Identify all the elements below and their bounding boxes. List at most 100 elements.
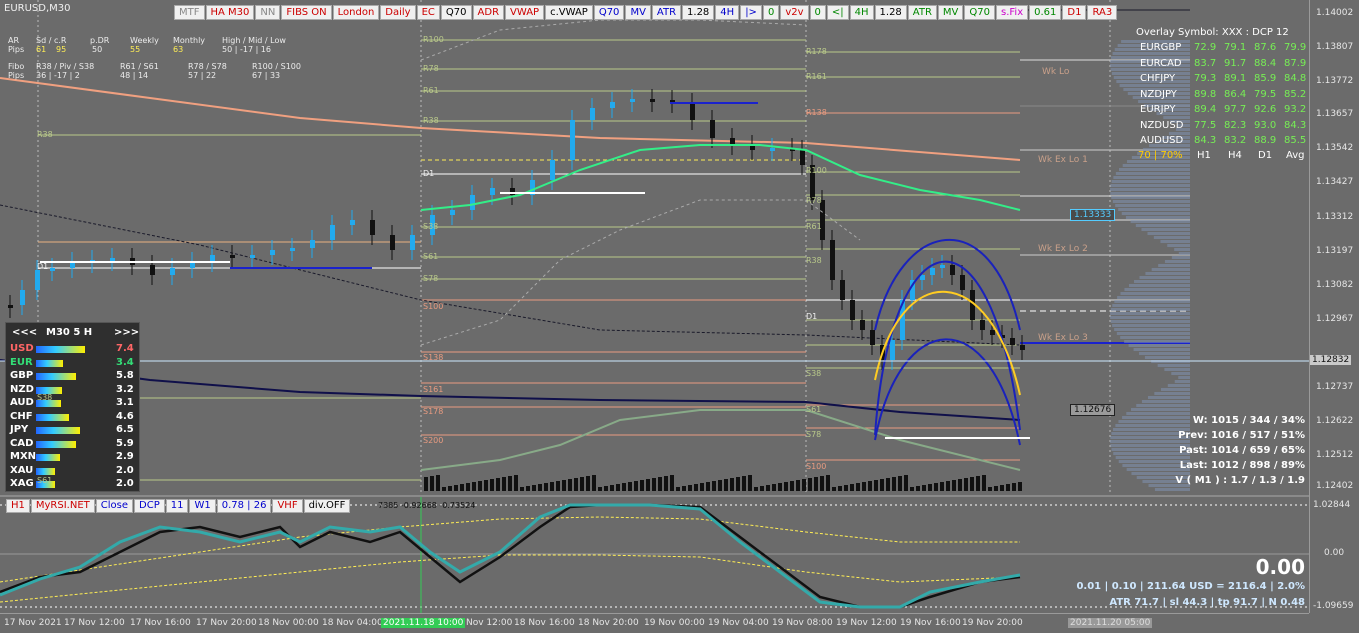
osc-toolbar-button-1[interactable]: MyRSI.NET <box>30 499 95 513</box>
ma-green <box>420 144 1021 211</box>
time-tick-10: 19 Nov 00:00 <box>644 618 705 628</box>
toolbar-button-22[interactable]: 1.28 <box>874 5 907 20</box>
time-tick-16: 2021.11.20 05:00 <box>1068 618 1153 628</box>
price-tick-0: 1.14002 <box>1316 8 1354 18</box>
volume-bar-472 <box>472 482 476 491</box>
osc-axis-mid: 0.00 <box>1324 548 1345 558</box>
r61-label-b: R61 <box>806 222 822 231</box>
wk-lo-label: Wk Lo <box>1042 67 1070 77</box>
osc-toolbar-button-3[interactable]: DCP <box>134 499 165 513</box>
overlay-value-audusd-2: 88.9 <box>1254 135 1277 146</box>
strength-value-nzd: 3.2 <box>116 383 134 395</box>
volume-bar-496 <box>496 478 500 491</box>
toolbar-button-3[interactable]: FIBS ON <box>281 5 332 20</box>
monthly-value: 63 <box>173 45 184 54</box>
volume-profile-bar-228 <box>1141 228 1190 231</box>
volume-bar-466 <box>466 483 470 491</box>
toolbar-button-28[interactable]: D1 <box>1062 5 1087 20</box>
toolbar-button-8[interactable]: ADR <box>472 5 505 20</box>
volume-bar-460 <box>460 484 464 491</box>
volume-bar-700 <box>700 483 704 491</box>
candle-body-47 <box>860 320 865 330</box>
toolbar-button-17[interactable]: 0 <box>762 5 780 20</box>
toolbar-button-21[interactable]: 4H <box>849 5 874 20</box>
price-tick-5: 1.13427 <box>1316 177 1354 187</box>
volume-bar-856 <box>856 483 860 491</box>
candle-body-16 <box>310 240 315 248</box>
osc-toolbar-button-5[interactable]: W1 <box>189 499 216 513</box>
overlay-col-d1: D1 <box>1258 150 1273 161</box>
strength-next-button[interactable]: >>> <box>114 327 139 338</box>
volume-profile-bar-300 <box>1114 300 1190 303</box>
main-price-chart[interactable]: EURUSD,M30 MTF HA M30 NN FIBS ON London Daily… <box>0 0 1309 493</box>
volume-bar-712 <box>712 481 716 491</box>
volume-bar-424 <box>424 477 428 491</box>
volume-profile-bar-356 <box>1144 356 1190 359</box>
strength-prev-button[interactable]: <<< <box>12 327 37 338</box>
oscillator-subwindow[interactable]: H1 MyRSI.NET Close DCP 11 W1 0.78 | 26 VHF div.O… <box>0 495 1309 615</box>
toolbar-button-19[interactable]: 0 <box>809 5 826 20</box>
osc-toolbar-button-2[interactable]: Close <box>95 499 134 513</box>
toolbar-button-25[interactable]: Q70 <box>964 5 995 20</box>
osc-toolbar-button-4[interactable]: 11 <box>165 499 189 513</box>
strength-bar-chf <box>36 413 70 421</box>
price-box-lower: 1.12676 <box>1070 404 1116 416</box>
strength-value-gbp: 5.8 <box>116 370 134 381</box>
price-axis[interactable]: 1.14002 1.13807 1.13772 1.13657 1.13542 1.134… <box>1309 0 1359 613</box>
volume-bar-760 <box>760 486 764 491</box>
arc-inner-blue <box>874 338 1021 446</box>
volume-bar-568 <box>568 479 572 491</box>
volume-bar-964 <box>964 478 968 491</box>
toolbar-button-12[interactable]: MV <box>625 5 651 20</box>
osc-toolbar-button-6[interactable]: 0.78 | 26 <box>216 499 272 513</box>
wk-ex-lo-2-label: Wk Ex Lo 2 <box>1038 244 1088 254</box>
candle-body-18 <box>350 220 355 225</box>
toolbar-button-11[interactable]: Q70 <box>593 5 625 20</box>
toolbar-button-14[interactable]: 1.28 <box>682 5 715 20</box>
time-axis[interactable]: 17 Nov 2021 17 Nov 12:00 17 Nov 16:00 17 No… <box>0 613 1309 633</box>
volume-profile-bar-368 <box>1164 368 1190 371</box>
volume-bar-676 <box>676 487 680 491</box>
osc-toolbar-button-0[interactable]: H1 <box>6 499 30 513</box>
r61-label-a: R61 <box>423 86 439 95</box>
toolbar-button-2[interactable]: NN <box>255 5 281 20</box>
toolbar-button-5[interactable]: Daily <box>380 5 416 20</box>
toolbar-button-10[interactable]: c.VWAP <box>545 5 593 20</box>
toolbar-button-24[interactable]: MV <box>937 5 964 20</box>
overlay-pct: 70 | 70% <box>1138 150 1183 161</box>
toolbar-button-4[interactable]: London <box>332 5 380 20</box>
toolbar-button-13[interactable]: ATR <box>651 5 682 20</box>
pips-label: Pips <box>8 45 25 54</box>
candle-body-50 <box>890 340 895 360</box>
toolbar-button-23[interactable]: ATR <box>907 5 937 20</box>
candle-body-30 <box>590 108 595 120</box>
toolbar-button-7[interactable]: Q70 <box>440 5 472 20</box>
r38-label-a: R38 <box>423 116 439 125</box>
overlay-value-chfjpy-2: 85.9 <box>1254 73 1277 84</box>
volume-profile-bar-288 <box>1124 288 1190 291</box>
toolbar-button-20[interactable]: <| <box>826 5 849 20</box>
toolbar-button-15[interactable]: 4H <box>715 5 740 20</box>
toolbar-button-6[interactable]: EC <box>416 5 440 20</box>
toolbar-button-26[interactable]: s.Fix <box>996 5 1029 20</box>
volume-bar-940 <box>940 482 944 491</box>
toolbar-button-9[interactable]: VWAP <box>505 5 545 20</box>
volume-profile-bar-308 <box>1110 308 1190 311</box>
osc-toolbar-button-7[interactable]: VHF <box>272 499 303 513</box>
toolbar-button-0[interactable]: MTF <box>174 5 205 20</box>
strength-currency-chf: CHF <box>10 410 33 422</box>
osc-toolbar-button-8[interactable]: div.OFF <box>303 499 351 513</box>
toolbar-button-16[interactable]: |> <box>740 5 762 20</box>
price-tick-11: 1.12737 <box>1316 382 1354 392</box>
band-lower <box>420 409 1021 471</box>
r100-label-b: R100 <box>806 166 827 175</box>
toolbar-button-27[interactable]: 0.61 <box>1029 5 1062 20</box>
toolbar-button-1[interactable]: HA M30 <box>205 5 255 20</box>
toolbar-button-18[interactable]: v2v <box>780 5 809 20</box>
toolbar-button-29[interactable]: RA3 <box>1087 5 1118 20</box>
volume-bar-880 <box>880 479 884 491</box>
strength-currency-jpy: JPY <box>10 424 29 435</box>
volume-bar-772 <box>772 484 776 491</box>
price-tick-9: 1.12967 <box>1316 314 1354 324</box>
candle-body-23 <box>450 210 455 215</box>
